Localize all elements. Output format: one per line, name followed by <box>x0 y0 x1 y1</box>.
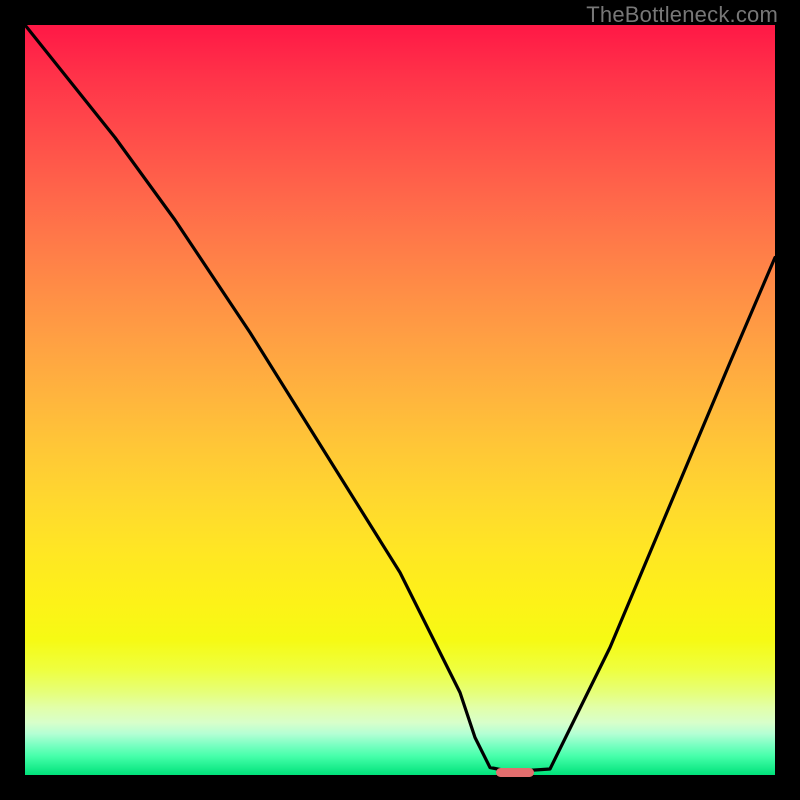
chart-frame: TheBottleneck.com <box>0 0 800 800</box>
optimal-range-marker <box>496 768 534 776</box>
bottleneck-curve <box>25 25 775 775</box>
watermark-text: TheBottleneck.com <box>586 2 778 28</box>
